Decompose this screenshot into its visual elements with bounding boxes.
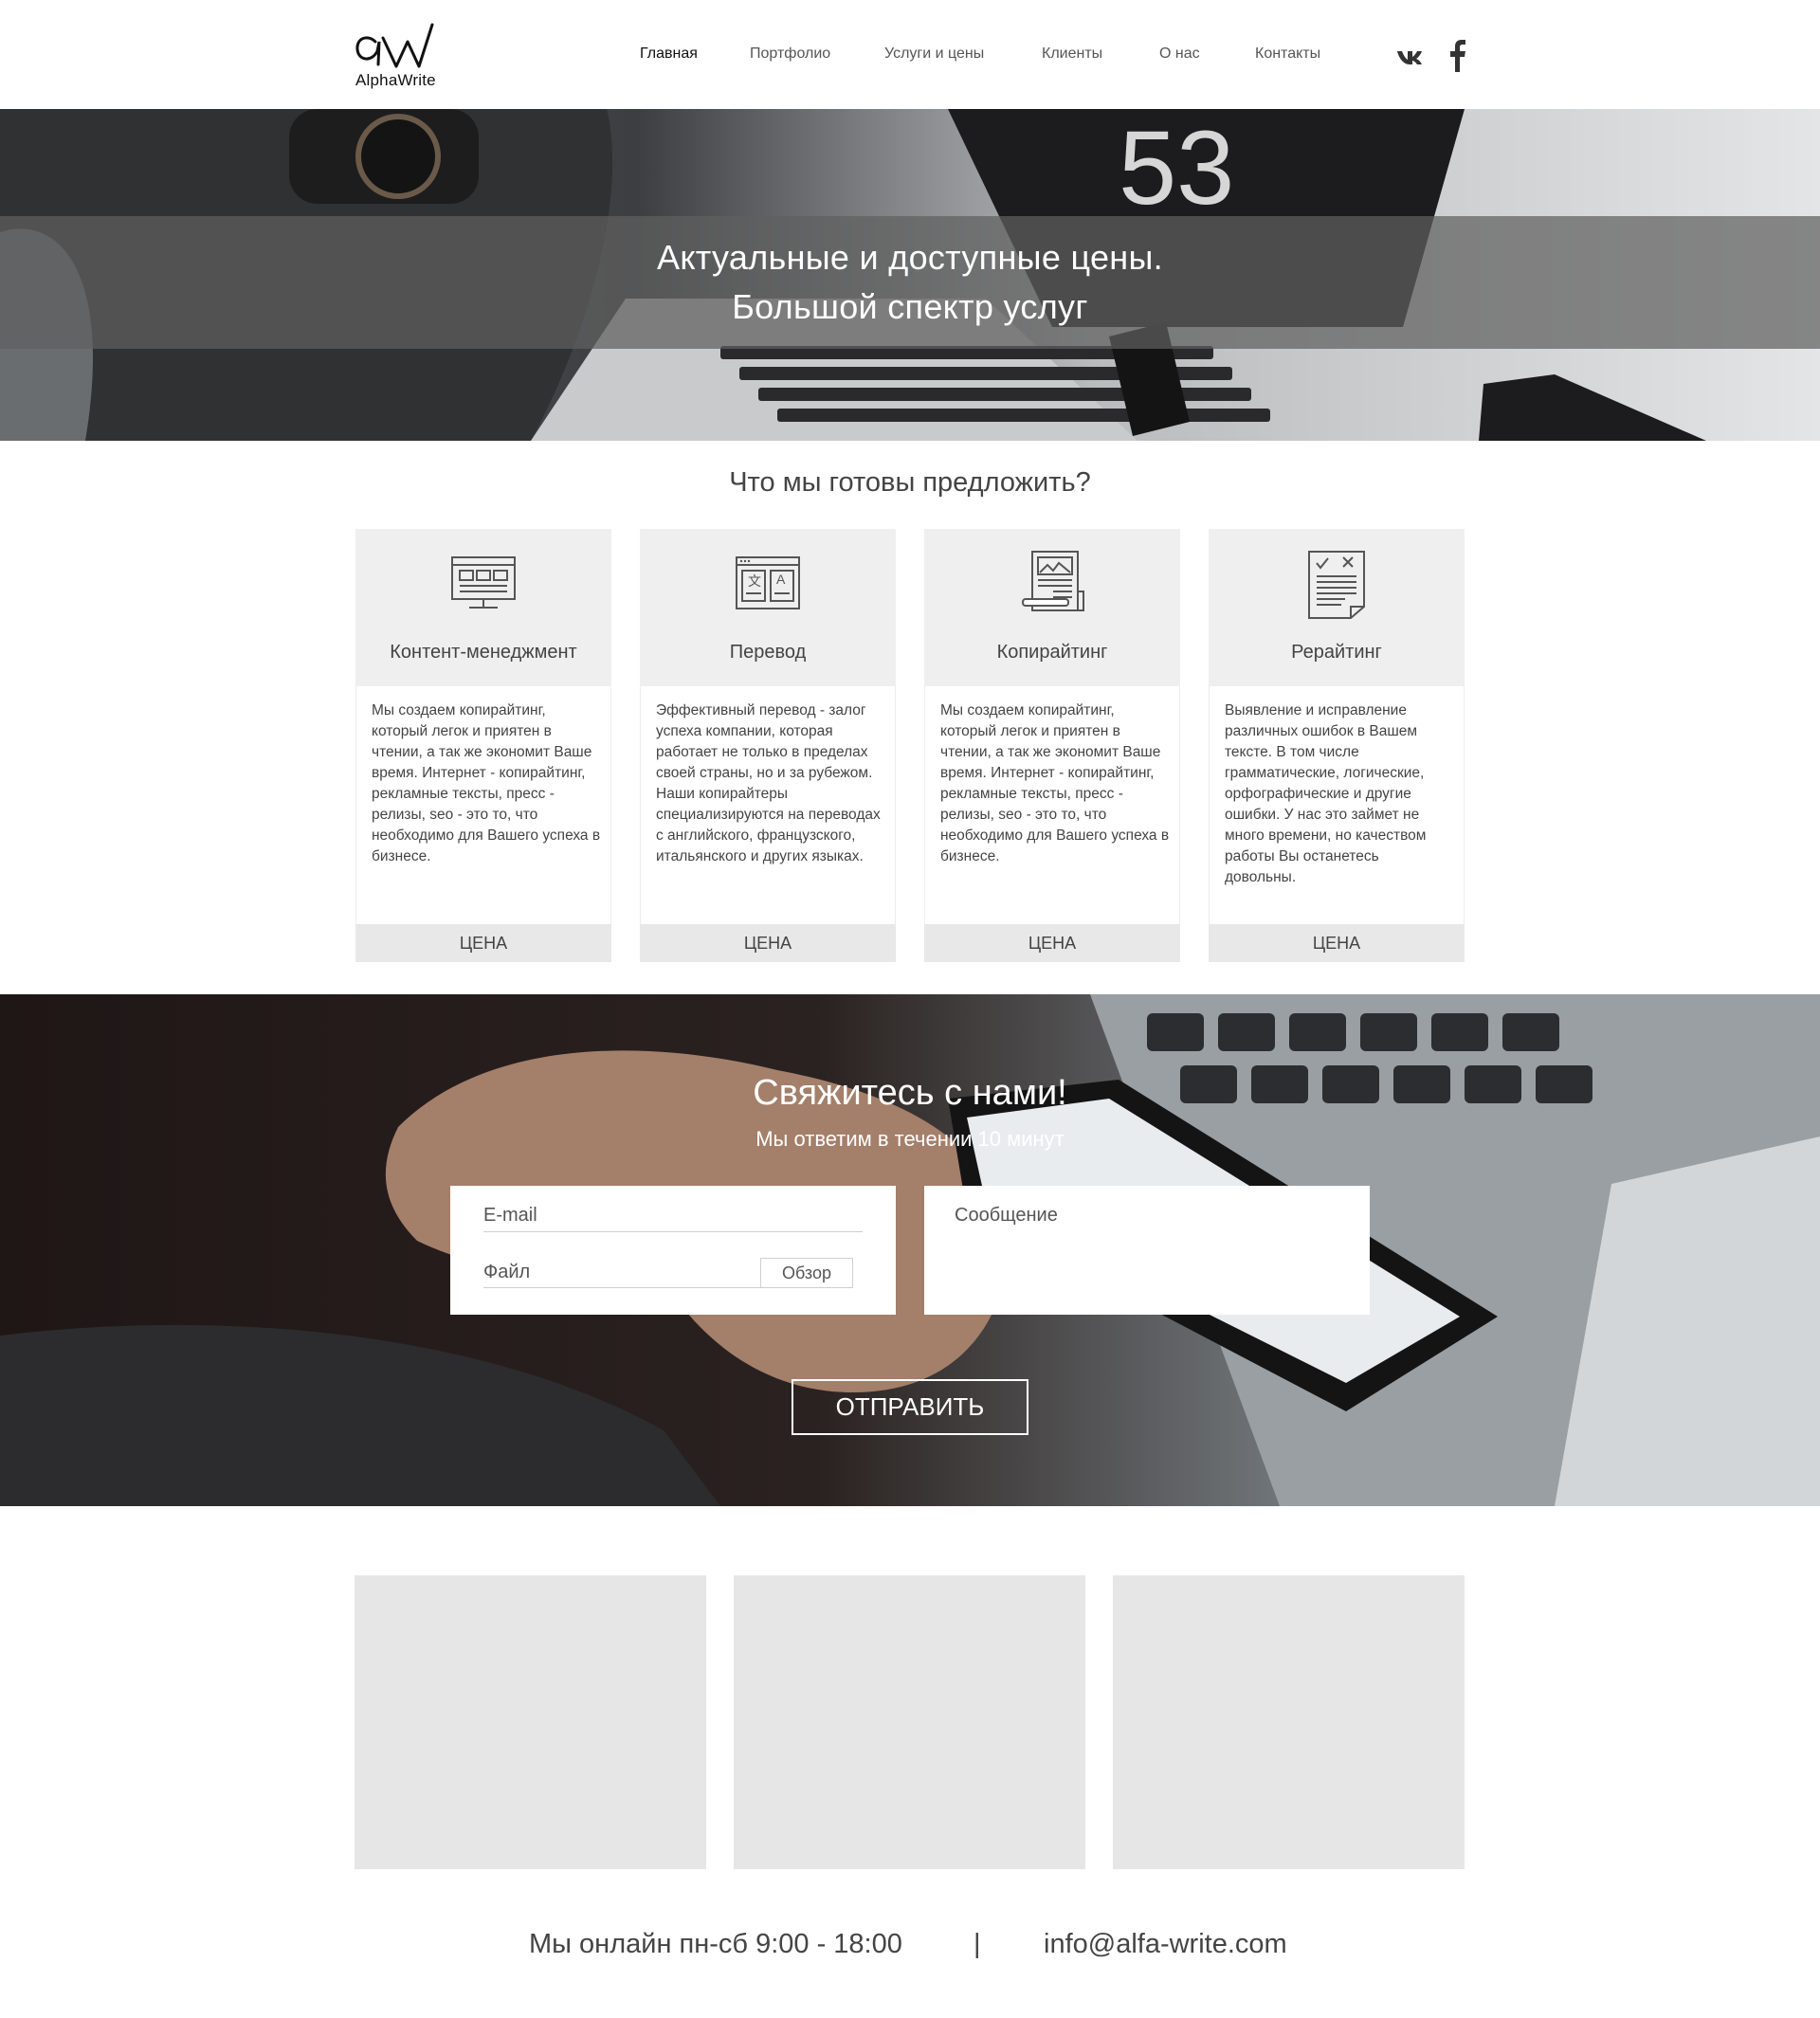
svg-text:文: 文	[748, 574, 761, 590]
service-card-copywriting: Копирайтинг Мы создаем копирайтинг, кото…	[924, 529, 1180, 962]
nav-item-contacts[interactable]: Контакты	[1255, 45, 1320, 63]
nav-item-home[interactable]: Главная	[640, 45, 698, 63]
image-placeholder	[734, 1575, 1085, 1869]
price-button[interactable]: ЦЕНА	[924, 924, 1180, 962]
card-header: Рерайтинг	[1209, 529, 1465, 686]
email-underline	[483, 1231, 863, 1232]
hero-banner: 53 Актуальные и доступные цены. Большой …	[0, 109, 1820, 441]
card-body: Выявление и исправление различных ошибок…	[1209, 686, 1465, 924]
card-body: Мы создаем копирайтинг, который легок и …	[355, 686, 611, 924]
footer-hours: Мы онлайн пн-сб 9:00 - 18:00	[529, 1929, 902, 1959]
email-field[interactable]: E-mail	[483, 1205, 537, 1227]
vk-icon[interactable]	[1395, 40, 1424, 72]
file-underline	[483, 1287, 760, 1288]
nav-item-clients[interactable]: Клиенты	[1042, 45, 1102, 63]
submit-button[interactable]: ОТПРАВИТЬ	[792, 1379, 1028, 1435]
service-card-rewriting: Рерайтинг Выявление и исправление различ…	[1209, 529, 1465, 962]
image-placeholder	[355, 1575, 706, 1869]
checklist-icon	[1308, 551, 1365, 619]
copywriting-icon	[1022, 551, 1084, 611]
contact-title: Свяжитесь с нами!	[753, 1073, 1067, 1113]
card-title: Контент-менеджмент	[390, 642, 577, 663]
card-text: Эффективный перевод - залог успеха компа…	[656, 702, 881, 864]
offer-heading: Что мы готовы предложить?	[729, 467, 1091, 498]
message-label: Сообщение	[955, 1205, 1058, 1226]
nav-item-about[interactable]: О нас	[1159, 45, 1200, 63]
logo-text: AlphaWrite	[355, 71, 436, 89]
price-button[interactable]: ЦЕНА	[355, 924, 611, 962]
card-body: Эффективный перевод - залог успеха компа…	[640, 686, 896, 924]
card-header: Контент-менеджмент	[355, 529, 611, 686]
service-card-translation: 文 A Перевод Эффективный перевод - залог …	[640, 529, 896, 962]
card-title: Копирайтинг	[996, 642, 1108, 663]
card-text: Выявление и исправление различных ошибок…	[1225, 702, 1427, 885]
hero-watch-digits: 53	[1119, 110, 1234, 227]
nav-item-portfolio[interactable]: Портфолио	[750, 45, 830, 63]
price-button[interactable]: ЦЕНА	[1209, 924, 1465, 962]
contact-form-left: E-mail Файл Обзор	[450, 1186, 896, 1315]
card-header: Копирайтинг	[924, 529, 1180, 686]
image-placeholder	[1113, 1575, 1465, 1869]
file-field[interactable]: Файл	[483, 1262, 530, 1283]
card-text: Мы создаем копирайтинг, который легок и …	[372, 702, 601, 864]
contact-subtitle: Мы ответим в течении 10 минут	[755, 1127, 1065, 1151]
svg-text:A: A	[776, 572, 786, 587]
card-title: Перевод	[729, 642, 807, 663]
footer-email-link[interactable]: info@alfa-write.com	[1044, 1929, 1287, 1960]
card-header: 文 A Перевод	[640, 529, 896, 686]
contact-section: Свяжитесь с нами! Мы ответим в течении 1…	[0, 994, 1820, 1506]
main-nav: Главная Портфолио Услуги и цены Клиенты …	[0, 45, 1820, 68]
site-header: AlphaWrite Главная Портфолио Услуги и це…	[0, 0, 1820, 109]
hero-title-line-1: Актуальные и доступные цены.	[657, 238, 1163, 277]
hero-title-line-2: Большой спектр услуг	[732, 287, 1088, 326]
card-body: Мы создаем копирайтинг, который легок и …	[924, 686, 1180, 924]
translate-icon: 文 A	[736, 556, 800, 609]
card-text: Мы создаем копирайтинг, который легок и …	[940, 702, 1170, 864]
price-button[interactable]: ЦЕНА	[640, 924, 896, 962]
hero-title: Актуальные и доступные цены. Большой спе…	[0, 233, 1820, 332]
card-title: Рерайтинг	[1291, 642, 1382, 663]
nav-item-services[interactable]: Услуги и цены	[884, 45, 984, 63]
facebook-icon[interactable]	[1448, 40, 1467, 72]
message-field[interactable]: Сообщение	[924, 1186, 1370, 1315]
browse-button[interactable]: Обзор	[760, 1258, 853, 1288]
monitor-icon	[451, 556, 516, 609]
footer-separator: |	[974, 1929, 981, 1959]
service-card-content: Контент-менеджмент Мы создаем копирайтин…	[355, 529, 611, 962]
